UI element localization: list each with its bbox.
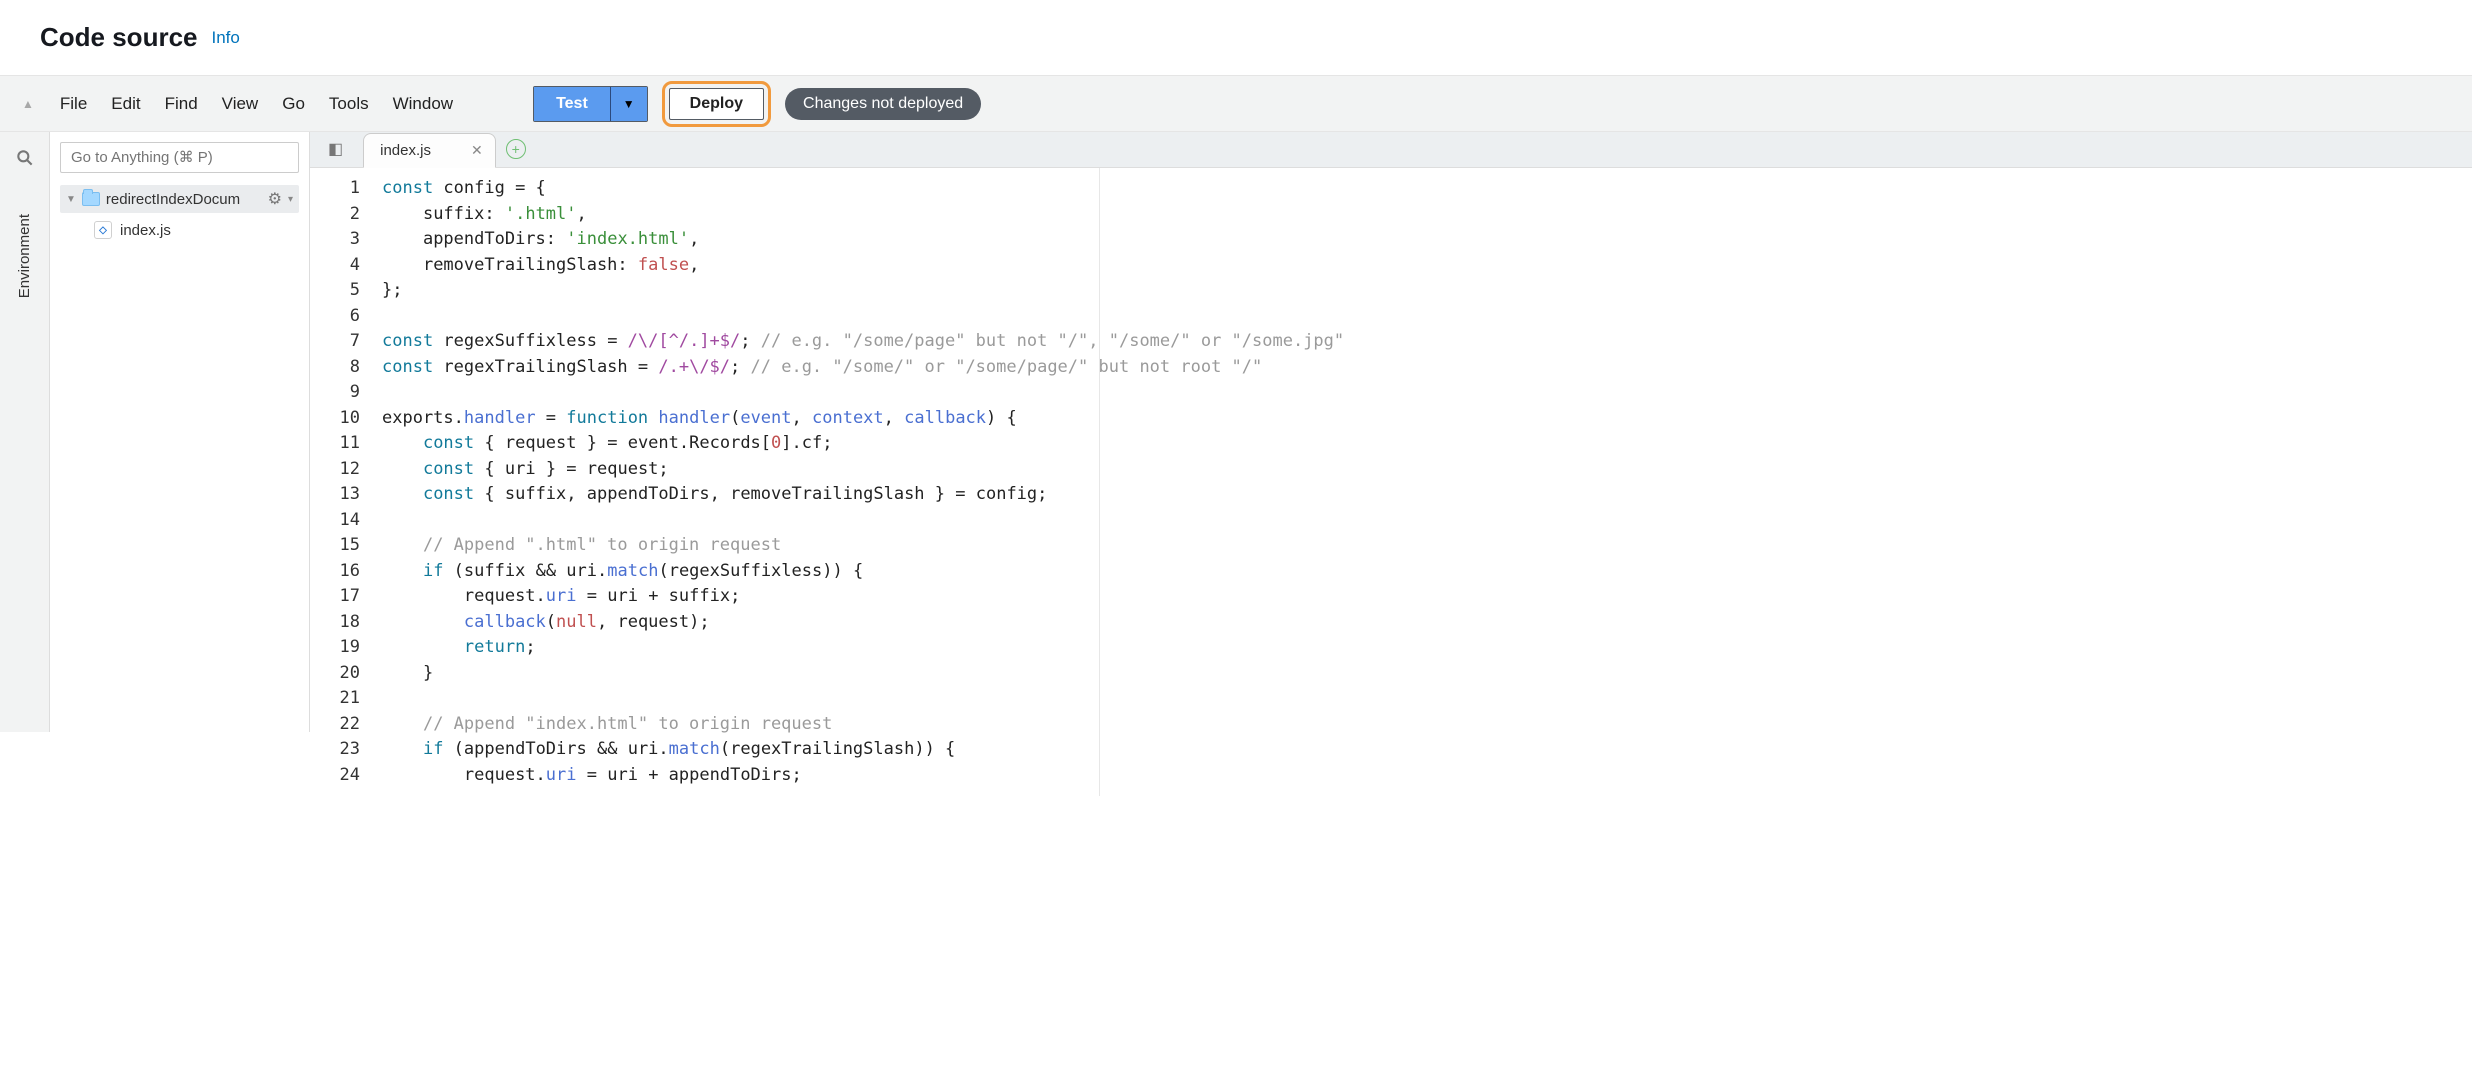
ide: Environment ▼ redirectIndexDocum ⚙ ▾ ◇ in…: [0, 132, 2472, 732]
menu-item-go[interactable]: Go: [282, 94, 305, 114]
tab-scroll-icon[interactable]: ◧: [318, 139, 353, 167]
test-dropdown-button[interactable]: ▼: [611, 87, 647, 121]
add-tab-button[interactable]: +: [506, 139, 526, 159]
file-item[interactable]: ◇ index.js: [50, 215, 309, 245]
test-button[interactable]: Test: [534, 87, 611, 121]
close-icon[interactable]: ✕: [471, 142, 483, 159]
menu-item-find[interactable]: Find: [165, 94, 198, 114]
code-area[interactable]: 123456789101112131415161718192021222324 …: [310, 168, 2472, 796]
deploy-status-badge: Changes not deployed: [785, 88, 981, 120]
js-file-icon: ◇: [94, 221, 112, 239]
side-rail: Environment: [0, 132, 50, 732]
menu-item-edit[interactable]: Edit: [111, 94, 140, 114]
tab-label: index.js: [380, 142, 431, 159]
file-name: index.js: [120, 222, 171, 239]
deploy-button[interactable]: Deploy: [669, 88, 764, 120]
action-buttons: Test ▼ Deploy Changes not deployed: [533, 81, 981, 127]
panel-header: Code source Info: [0, 0, 2472, 76]
info-link[interactable]: Info: [212, 28, 240, 48]
menu-item-view[interactable]: View: [222, 94, 259, 114]
menu-item-file[interactable]: File: [60, 94, 87, 114]
menu-bar: File Edit Find View Go Tools Window: [60, 94, 453, 114]
search-icon[interactable]: [15, 148, 35, 174]
menu-item-tools[interactable]: Tools: [329, 94, 369, 114]
editor-pane: ◧ index.js ✕ + 1234567891011121314151617…: [310, 132, 2472, 732]
test-button-group: Test ▼: [533, 86, 648, 122]
deploy-highlight: Deploy: [662, 81, 771, 127]
code-content[interactable]: const config = { suffix: '.html', append…: [370, 168, 1100, 796]
folder-icon: [82, 192, 100, 206]
tab-indexjs[interactable]: index.js ✕: [363, 133, 496, 168]
gutter: 123456789101112131415161718192021222324: [310, 168, 370, 796]
tab-strip: ◧ index.js ✕ +: [310, 132, 2472, 168]
menu-item-window[interactable]: Window: [393, 94, 453, 114]
settings-caret-icon[interactable]: ▾: [288, 194, 293, 205]
explorer: ▼ redirectIndexDocum ⚙ ▾ ◇ index.js: [50, 132, 310, 732]
side-rail-tab-environment[interactable]: Environment: [16, 214, 33, 298]
goto-anything-input[interactable]: [60, 142, 299, 173]
toolbar: ▲ File Edit Find View Go Tools Window Test ▼ D…: [0, 76, 2472, 132]
project-name: redirectIndexDocum: [106, 191, 262, 208]
project-root-row[interactable]: ▼ redirectIndexDocum ⚙ ▾: [60, 185, 299, 213]
caret-down-icon: ▼: [66, 194, 76, 205]
gear-icon[interactable]: ⚙: [268, 189, 282, 209]
page-title: Code source: [40, 22, 198, 53]
collapse-panel-icon[interactable]: ▲: [16, 97, 40, 111]
